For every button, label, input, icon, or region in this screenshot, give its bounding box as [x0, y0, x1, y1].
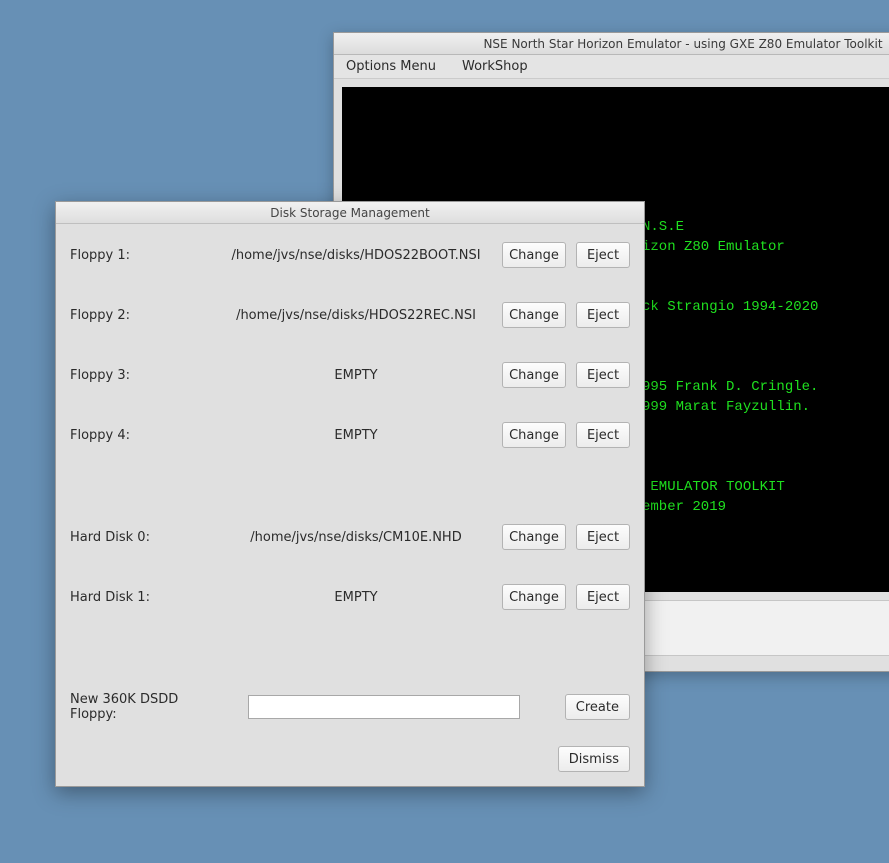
floppy-1-path: /home/jvs/nse/disks/HDOS22BOOT.NSI [220, 248, 492, 263]
floppy-1-change-button[interactable]: Change [502, 242, 566, 268]
floppy-3-change-button[interactable]: Change [502, 362, 566, 388]
dismiss-row: Dismiss [70, 746, 630, 772]
floppy-4-eject-button[interactable]: Eject [576, 422, 630, 448]
floppy-1-eject-button[interactable]: Eject [576, 242, 630, 268]
hard-disk-0-label: Hard Disk 0: [70, 530, 210, 545]
create-button[interactable]: Create [565, 694, 630, 720]
floppy-row-4: Floppy 4: EMPTY Change Eject [70, 420, 630, 450]
floppy-3-eject-button[interactable]: Eject [576, 362, 630, 388]
disk-storage-dialog: Disk Storage Management Floppy 1: /home/… [55, 201, 645, 787]
floppy-4-path: EMPTY [220, 428, 492, 443]
menu-workshop[interactable]: WorkShop [462, 59, 528, 74]
floppy-1-label: Floppy 1: [70, 248, 210, 263]
dialog-body: Floppy 1: /home/jvs/nse/disks/HDOS22BOOT… [56, 224, 644, 786]
floppy-2-path: /home/jvs/nse/disks/HDOS22REC.NSI [220, 308, 492, 323]
new-floppy-label: New 360K DSDD Floppy: [70, 692, 218, 722]
menubar: Options Menu WorkShop [334, 55, 889, 79]
hard-disk-0-change-button[interactable]: Change [502, 524, 566, 550]
floppy-3-path: EMPTY [220, 368, 492, 383]
floppy-3-label: Floppy 3: [70, 368, 210, 383]
dialog-title: Disk Storage Management [56, 202, 644, 224]
hard-disk-0-eject-button[interactable]: Eject [576, 524, 630, 550]
floppy-2-change-button[interactable]: Change [502, 302, 566, 328]
floppy-2-label: Floppy 2: [70, 308, 210, 323]
new-floppy-row: New 360K DSDD Floppy: Create [70, 692, 630, 722]
hard-disk-1-label: Hard Disk 1: [70, 590, 210, 605]
floppy-row-2: Floppy 2: /home/jvs/nse/disks/HDOS22REC.… [70, 300, 630, 330]
hard-disk-row-1: Hard Disk 1: EMPTY Change Eject [70, 582, 630, 612]
floppy-4-label: Floppy 4: [70, 428, 210, 443]
hard-disk-row-0: Hard Disk 0: /home/jvs/nse/disks/CM10E.N… [70, 522, 630, 552]
new-floppy-input[interactable] [248, 695, 520, 719]
terminal-text: N.S.E izon Z80 Emulator ck Strangio 1994… [642, 217, 818, 517]
hard-disk-1-eject-button[interactable]: Eject [576, 584, 630, 610]
floppy-row-3: Floppy 3: EMPTY Change Eject [70, 360, 630, 390]
floppy-4-change-button[interactable]: Change [502, 422, 566, 448]
hard-disk-1-path: EMPTY [220, 590, 492, 605]
menu-options[interactable]: Options Menu [346, 59, 436, 74]
floppy-2-eject-button[interactable]: Eject [576, 302, 630, 328]
floppy-row-1: Floppy 1: /home/jvs/nse/disks/HDOS22BOOT… [70, 240, 630, 270]
hard-disk-0-path: /home/jvs/nse/disks/CM10E.NHD [220, 530, 492, 545]
main-window-title: NSE North Star Horizon Emulator - using … [334, 33, 889, 55]
dismiss-button[interactable]: Dismiss [558, 746, 630, 772]
hard-disk-1-change-button[interactable]: Change [502, 584, 566, 610]
